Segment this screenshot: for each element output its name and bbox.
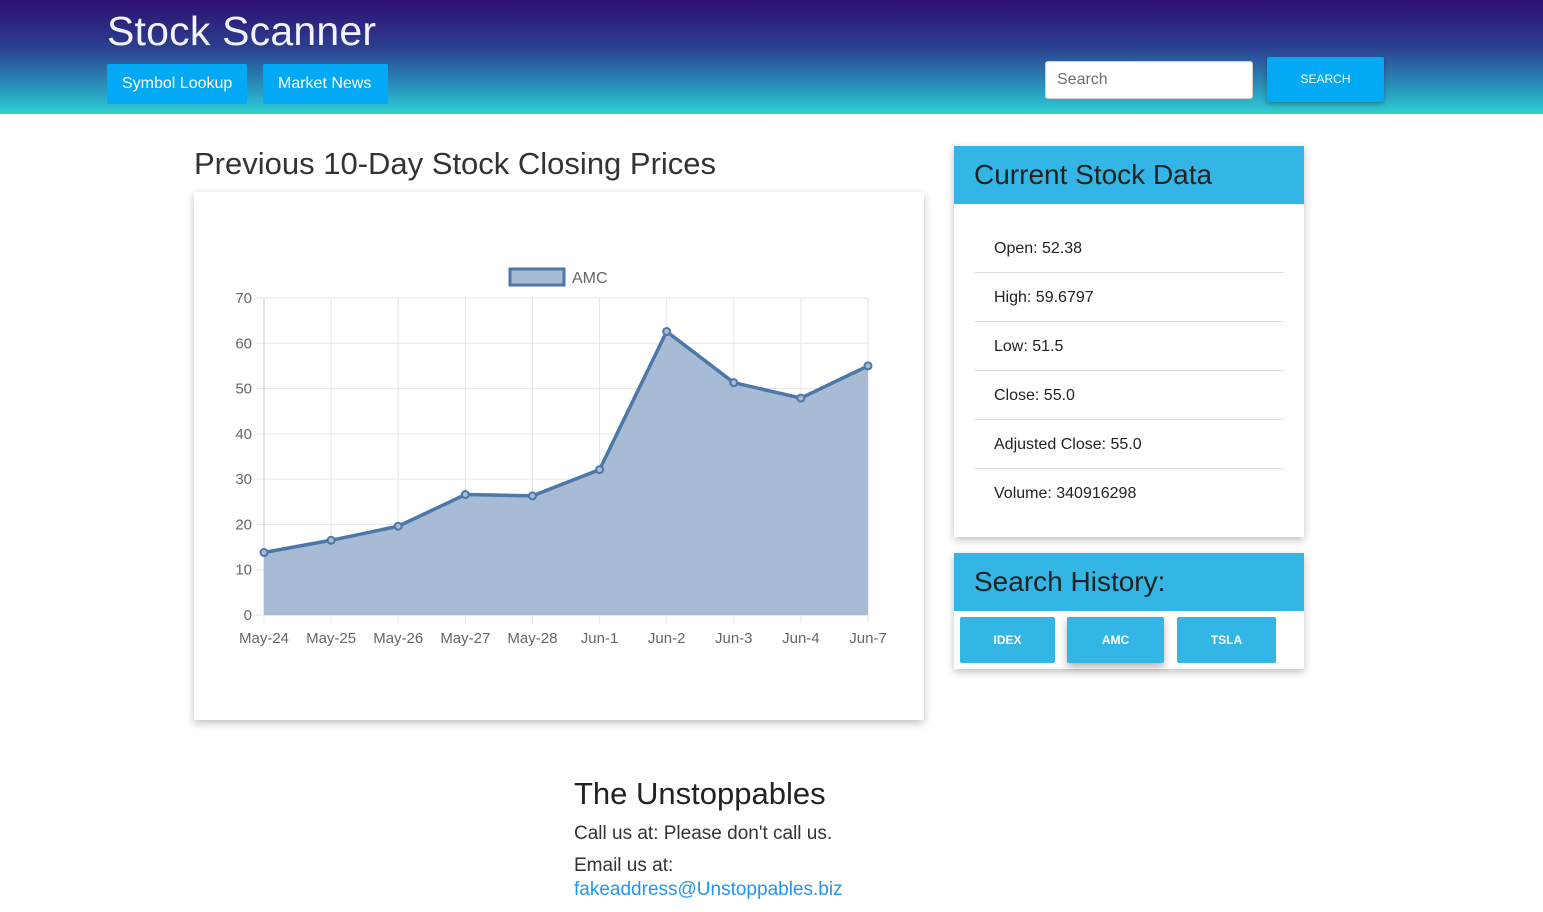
legend-swatch [508, 267, 566, 287]
y-tick-label: 70 [235, 290, 252, 307]
footer-title: The Unstoppables [574, 776, 826, 811]
x-tick-label: May-27 [440, 630, 490, 647]
y-tick-label: 10 [235, 562, 252, 579]
x-tick-label: May-28 [507, 630, 557, 647]
y-tick-label: 0 [244, 607, 252, 624]
data-point [863, 361, 873, 371]
x-tick-label: Jun-4 [782, 630, 820, 647]
search-history-panel: Search History: IDEX AMC TSLA [954, 553, 1304, 669]
x-tick-label: May-26 [373, 630, 423, 647]
closing-price-chart: 0 10 20 30 40 50 60 70 May-24 May-25 May-26 May-27 M… [235, 267, 887, 647]
history-button-tsla[interactable]: TSLA [1177, 617, 1276, 663]
stock-data-list: Open: 52.38 High: 59.6797 Low: 51.5 Clos… [954, 204, 1304, 518]
chart-heading: Previous 10-Day Stock Closing Prices [194, 146, 717, 181]
stock-high: High: 59.6797 [974, 273, 1284, 322]
data-point [326, 535, 336, 545]
data-point [662, 327, 672, 337]
market-news-button[interactable]: Market News [263, 64, 388, 104]
x-tick-label: Jun-1 [581, 630, 619, 647]
stock-volume: Volume: 340916298 [994, 485, 1137, 502]
data-point [393, 521, 403, 531]
x-tick-label: May-24 [239, 630, 289, 647]
search-history-title: Search History: [954, 553, 1304, 611]
data-point [527, 491, 537, 501]
y-tick-label: 20 [235, 516, 252, 533]
x-tick-label: Jun-7 [849, 630, 887, 647]
y-tick-label: 30 [235, 471, 252, 488]
symbol-lookup-button[interactable]: Symbol Lookup [107, 64, 247, 104]
x-tick-label: Jun-2 [648, 630, 686, 647]
y-tick-label: 40 [235, 426, 252, 443]
data-point [595, 465, 605, 475]
current-stock-panel: Current Stock Data Open: 52.38 High: 59.… [954, 146, 1304, 537]
history-button-idex[interactable]: IDEX [960, 617, 1055, 663]
stock-close: Close: 55.0 [974, 371, 1284, 420]
top-navbar: Stock Scanner Symbol Lookup Market News … [0, 0, 1543, 114]
history-button-amc[interactable]: AMC [1067, 617, 1164, 663]
data-point [796, 393, 806, 403]
x-tick-label: Jun-3 [715, 630, 753, 647]
history-button-row: IDEX AMC TSLA [954, 611, 1304, 669]
series-area [264, 331, 868, 615]
x-tick-label: May-25 [306, 630, 356, 647]
y-tick-label: 60 [235, 335, 252, 352]
app-title[interactable]: Stock Scanner [107, 8, 376, 55]
stock-adjusted-close: Adjusted Close: 55.0 [974, 420, 1284, 469]
data-point [259, 548, 269, 558]
chart-card: 0 10 20 30 40 50 60 70 May-24 May-25 May-26 May-27 M… [194, 192, 924, 720]
legend-label: AMC [572, 270, 608, 287]
footer-call-text: Call us at: Please don't call us. [574, 823, 833, 844]
stock-low: Low: 51.5 [974, 322, 1284, 371]
search-button[interactable]: SEARCH [1267, 57, 1384, 102]
data-point [460, 490, 470, 500]
footer-email-link[interactable]: fakeaddress@Unstoppables.biz [574, 879, 843, 901]
y-tick-label: 50 [235, 381, 252, 398]
search-input[interactable] [1045, 61, 1253, 99]
data-point [729, 378, 739, 388]
stock-open: Open: 52.38 [974, 224, 1284, 273]
current-stock-title: Current Stock Data [954, 146, 1304, 204]
footer-email-label: Email us at: [574, 855, 674, 876]
